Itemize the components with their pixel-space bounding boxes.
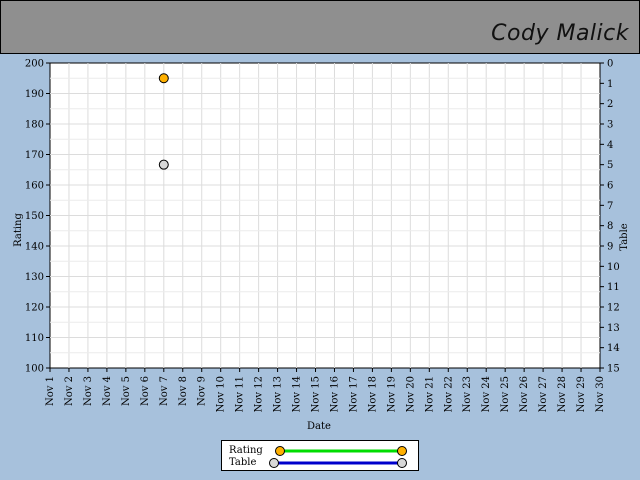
y-tick-label: 110 [25,333,44,344]
y2-tick-label: 5 [607,160,613,171]
y-tick-label: 100 [25,364,44,375]
x-tick-label: Nov 8 [178,376,189,406]
y2-tick-label: 1 [607,79,613,90]
y-tick-label: 180 [25,120,44,131]
y2-tick-label: 0 [607,59,613,70]
table-point [158,159,169,170]
legend-table-marker-end [397,458,407,468]
x-tick-label: Nov 28 [557,376,568,412]
x-tick-label: Nov 24 [481,376,492,412]
x-axis-title: Date [307,421,331,432]
y2-tick-label: 15 [607,364,620,375]
x-tick-label: Nov 3 [83,376,94,406]
x-tick-label: Nov 9 [197,376,208,406]
x-tick-label: Nov 5 [121,376,132,406]
x-tick-label: Nov 22 [443,376,454,412]
legend-rating-marker-end [397,446,407,456]
x-tick-label: Nov 27 [538,376,549,412]
x-tick-label: Nov 20 [405,376,416,412]
y-axis-title: Rating [13,213,24,247]
x-tick-label: Nov 12 [254,376,265,412]
x-tick-label: Nov 1 [45,376,56,406]
y2-tick-label: 12 [607,303,620,314]
x-tick-label: Nov 7 [159,376,170,406]
x-tick-label: Nov 30 [595,376,606,412]
grid [50,63,600,368]
legend-table-marker-start [269,458,279,468]
x-tick-label: Nov 18 [367,376,378,412]
x-tick-label: Nov 2 [64,376,75,406]
y2-tick-label: 9 [607,242,613,253]
rating-point [158,73,169,84]
y2-tick-label: 11 [607,282,620,293]
y-tick-label: 190 [25,89,44,100]
chart: Nov 1 Nov 2 Nov 3 Nov 4 Nov 5 Nov 6 Nov 7 Nov 8… [13,59,630,433]
legend: Rating Table [221,440,419,471]
x-tick-label: Nov 4 [102,376,113,406]
x-tick-label: Nov 15 [311,376,322,412]
page: Cody Malick Nov 1 Nov 2 Nov 3 Nov 4 Nov 5 Nov… [0,0,640,480]
y2-tick-label: 6 [607,181,613,192]
y2-tick-label: 14 [607,343,620,354]
x-tick-label: Nov 19 [386,376,397,412]
y2-tick-label: 2 [607,99,613,110]
legend-rating-marker-start [275,446,285,456]
x-tick-label: Nov 23 [462,376,473,412]
y2-tick-label: 8 [607,221,613,232]
y2-tick-label: 10 [607,262,620,273]
x-tick-label: Nov 29 [576,376,587,412]
y2-tick-label: 7 [607,201,613,212]
x-tick-label: Nov 14 [292,376,303,412]
x-tick-label: Nov 16 [329,376,340,412]
y-tick-label: 160 [25,181,44,192]
y2-tick-label: 4 [607,140,613,151]
y-tick-label: 150 [25,211,44,222]
y-tick-label: 130 [25,272,44,283]
x-tick-label: Nov 13 [273,376,284,412]
x-tick-label: Nov 21 [424,376,435,412]
y2-axis-title: Table [619,223,630,250]
x-tick-label: Nov 26 [519,376,530,412]
x-tick-label: Nov 6 [140,376,151,406]
y-tick-label: 200 [25,59,44,70]
legend-swatches [269,446,407,468]
y-tick-label: 140 [25,242,44,253]
x-tick-label: Nov 10 [216,376,227,412]
y2-tick-label: 3 [607,120,613,131]
y-tick-label: 120 [25,303,44,314]
x-tick-label: Nov 11 [235,376,246,412]
y2-tick-label: 13 [607,323,620,334]
x-tick-label: Nov 25 [500,376,511,412]
y-tick-label: 170 [25,150,44,161]
x-tick-label: Nov 17 [348,376,359,412]
